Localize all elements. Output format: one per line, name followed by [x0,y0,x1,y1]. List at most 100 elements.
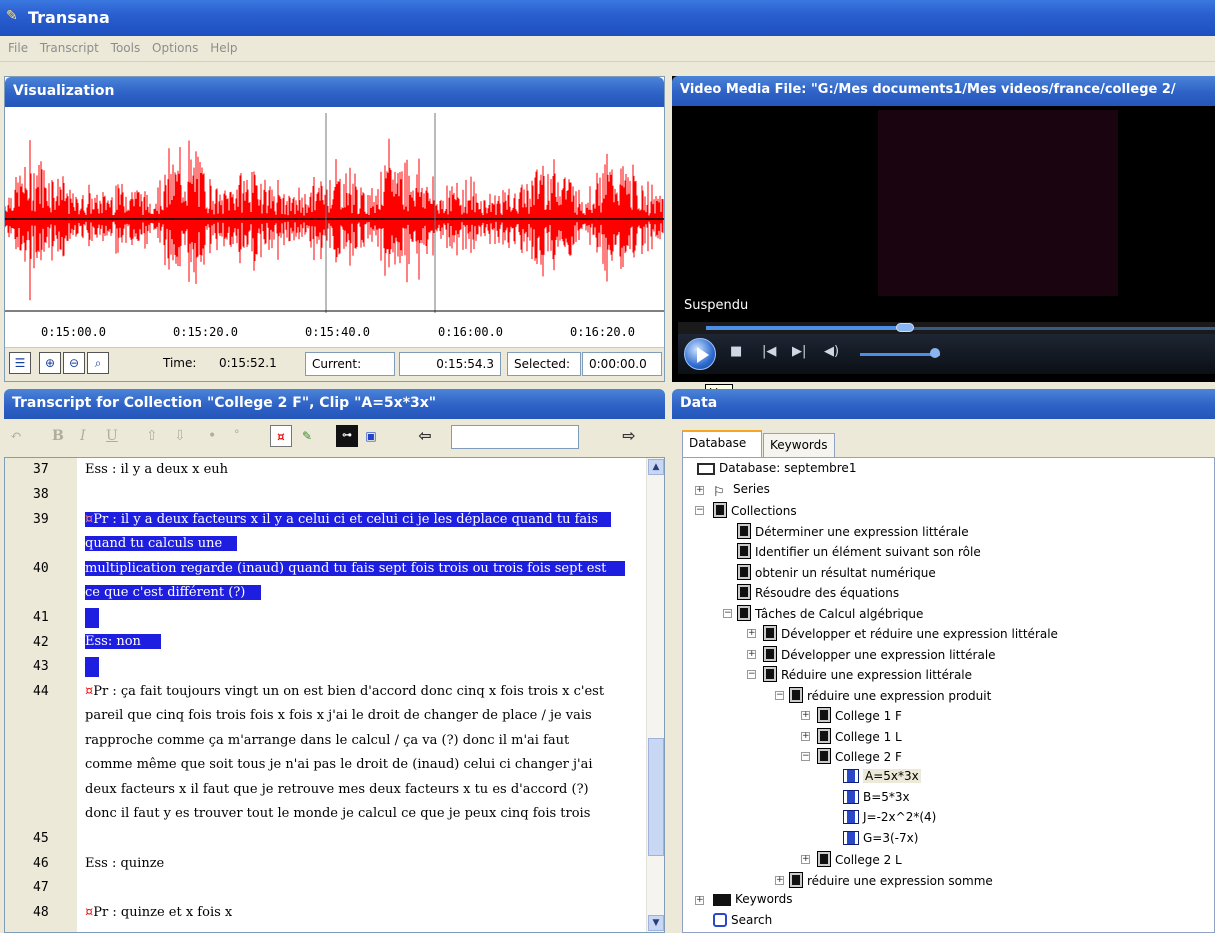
collapse-icon[interactable]: − [695,506,704,515]
zoom-in-icon[interactable]: ⊕ [39,352,61,374]
timecode-fix-icon[interactable]: ✎ [296,425,318,447]
collection-icon [763,646,777,662]
app-title: Transana [28,8,110,27]
collection-icon [737,584,751,600]
seek-thumb[interactable] [896,323,914,332]
save-icon[interactable]: ▣ [360,425,382,447]
timecode-icon[interactable]: ¤ [270,425,292,447]
tree-node-collection[interactable]: Tâches de Calcul algébrique [737,605,923,621]
tree-node-collections[interactable]: Collections [713,502,797,518]
collapse-icon[interactable]: − [723,609,732,618]
video-display[interactable] [678,110,1215,330]
tree-node-label: Réduire une expression littérale [781,668,973,682]
transcript-line: Ess : il y a deux x euh [85,462,229,477]
rising-intonation-icon[interactable]: ⇧ [146,428,158,444]
transcript-line-selected: multiplication regarde (inaud) quand tu … [85,561,625,576]
tree-node-collection[interactable]: obtenir un résultat numérique [737,564,936,580]
transcript-text-area[interactable]: 37 Ess : il y a deux x euh 38 39 ¤Pr : i… [4,457,665,933]
transcript-line: donc il faut y es trouver tout le monde … [85,806,591,821]
collection-icon [789,687,803,703]
menu-tools[interactable]: Tools [111,41,141,55]
tree-node-collection[interactable]: réduire une expression somme [789,872,993,888]
tree-node-clip[interactable]: B=5*3x [843,790,910,804]
tree-node-label: G=3(-7x) [863,831,919,845]
transcript-search-input[interactable] [451,425,579,449]
falling-intonation-icon[interactable]: ⇩ [174,428,186,444]
clip-icon [843,790,859,804]
tree-node-keywords[interactable]: Keywords [713,892,793,906]
expand-icon[interactable]: + [695,486,704,495]
tree-node-label: A=5x*3x [863,769,921,783]
tree-node-collection[interactable]: Développer une expression littérale [763,646,996,662]
collection-icon [763,625,777,641]
collection-icon [763,666,777,682]
tree-node-label: J=-2x^2*(4) [863,810,937,824]
line-number: 38 [33,487,49,502]
expand-icon[interactable]: + [775,876,784,885]
tree-node-label: B=5*3x [863,790,910,804]
volume-slider[interactable] [860,353,940,356]
tree-node-search[interactable]: Search [713,913,772,927]
tree-node-collection[interactable]: Développer et réduire une expression lit… [763,625,1058,641]
waveform[interactable] [5,113,664,313]
tree-node-collection[interactable]: réduire une expression produit [789,687,991,703]
stop-icon[interactable]: ■ [730,344,742,359]
menu-bar: File Transcript Tools Options Help [0,36,1215,62]
tree-node-collection[interactable]: College 1 L [817,728,902,744]
tree-node-collection[interactable]: College 1 F [817,707,902,723]
tree-node-collection[interactable]: College 2 F [817,748,902,764]
expand-icon[interactable]: + [801,711,810,720]
expand-icon[interactable]: + [747,650,756,659]
transcript-scrollbar[interactable]: ▲ ▼ [646,458,664,932]
menu-file[interactable]: File [8,41,28,55]
tree-node-database[interactable]: Database: septembre1 [697,461,856,475]
collapse-icon[interactable]: − [747,670,756,679]
menu-transcript[interactable]: Transcript [40,41,99,55]
keywords-icon[interactable]: ⊶ [336,425,358,447]
play-button[interactable] [684,338,716,370]
next-icon[interactable]: ▶| [792,344,806,359]
menu-help[interactable]: Help [210,41,237,55]
list-view-icon[interactable]: ☰ [9,352,31,374]
volume-thumb[interactable] [930,348,940,358]
zoom-out-icon[interactable]: ⊖ [63,352,85,374]
collection-icon [737,605,751,621]
italic-icon[interactable]: I [80,428,86,444]
tab-database[interactable]: Database [682,430,762,457]
expand-icon[interactable]: + [747,629,756,638]
zoom-reset-icon[interactable]: ⌕ [87,352,109,374]
undo-icon[interactable]: ↶ [10,428,22,444]
scroll-up-icon[interactable]: ▲ [648,459,664,475]
line-number: 44 [33,684,49,699]
search-forward-icon[interactable]: ⇨ [618,425,640,447]
tree-node-collection[interactable]: Identifier un élément suivant son rôle [737,543,981,559]
tree-node-collection[interactable]: Réduire une expression littérale [763,666,972,682]
tree-node-series[interactable]: ⚐ Series [713,482,770,502]
tick-label: 0:16:20.0 [570,325,636,339]
underline-icon[interactable]: U [106,428,118,444]
scroll-down-icon[interactable]: ▼ [648,915,664,931]
tab-keywords[interactable]: Keywords [763,433,835,457]
tree-node-clip[interactable]: J=-2x^2*(4) [843,810,936,824]
tree-node-collection[interactable]: Déterminer une expression littérale [737,523,969,539]
volume-icon[interactable]: ◀) [824,344,839,359]
bold-icon[interactable]: B [52,428,64,444]
scroll-thumb[interactable] [648,738,664,856]
collapse-icon[interactable]: − [801,752,810,761]
previous-icon[interactable]: |◀ [762,344,776,359]
seek-bar[interactable] [678,322,1215,334]
expand-icon[interactable]: + [801,732,810,741]
expand-icon[interactable]: + [695,896,704,905]
whisper-icon[interactable]: ° [234,428,240,441]
expand-icon[interactable]: + [801,855,810,864]
tree-node-collection[interactable]: Résoudre des équations [737,584,899,600]
tree-node-collection[interactable]: College 2 L [817,851,902,867]
tree-node-clip[interactable]: G=3(-7x) [843,831,918,845]
transcript-line-selected: quand tu calculs une [85,536,237,551]
current-value: 0:15:54.3 [399,352,501,376]
tree-node-clip-selected[interactable]: A=5x*3x [843,769,921,783]
inbreath-icon[interactable]: • [208,428,216,444]
search-back-icon[interactable]: ⇦ [414,425,436,447]
collapse-icon[interactable]: − [775,691,784,700]
menu-options[interactable]: Options [152,41,198,55]
